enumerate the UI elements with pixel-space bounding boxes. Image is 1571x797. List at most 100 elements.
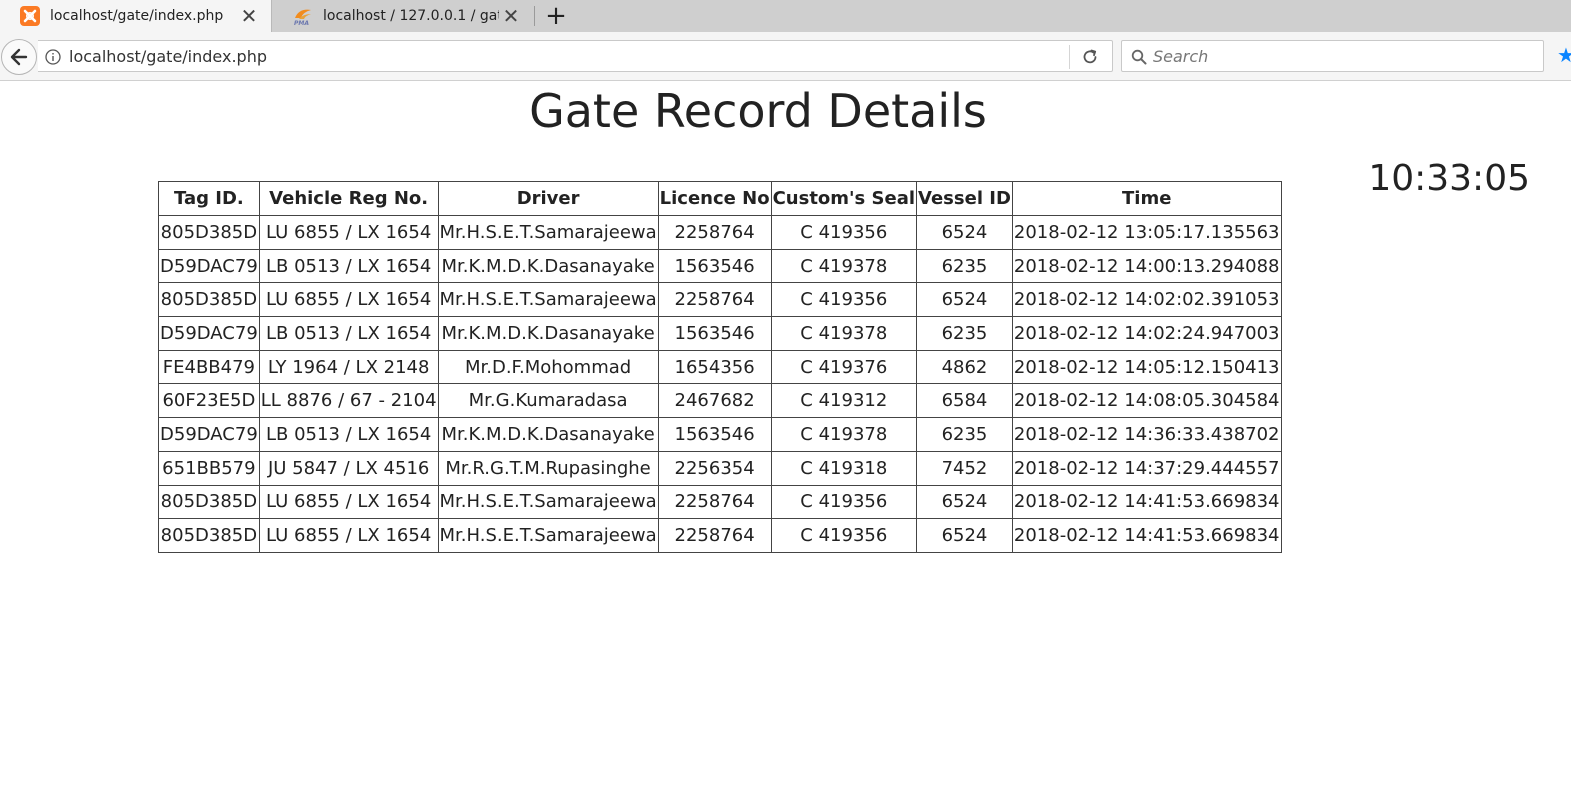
close-tab-icon[interactable]: ✕ [499,4,523,28]
licence-cell: 1654356 [657,349,772,385]
licence-cell: 1563546 [657,417,772,452]
column-header-customs-seal: Custom's Seal [770,181,918,216]
tab-title: localhost / 127.0.0.1 / gate_r [323,8,499,24]
table-row: 805D385D LU 6855 / LX 1654 Mr.H.S.E.T.Sama… [158,484,1282,520]
vehicle-reg-cell: LU 6855 / LX 1654 [258,484,439,520]
time-cell: 2018-02-12 14:02:24.947003 [1011,316,1282,351]
phpmyadmin-icon: PMA [294,9,311,26]
tab-phpmyadmin[interactable]: PMA localhost / 127.0.0.1 / gate_r ✕ [273,0,533,32]
vessel-id-cell: 6235 [916,417,1013,452]
column-header-driver: Driver [437,181,659,216]
reload-icon[interactable] [1081,48,1099,66]
customs-seal-cell: C 419318 [770,450,918,486]
vessel-id-cell: 6524 [916,282,1013,318]
tab-title: localhost/gate/index.php [50,8,224,24]
table-row: 60F23E5D LL 8876 / 67 - 2104 Mr.G.Kumarada… [158,383,1282,419]
vehicle-reg-cell: LY 1964 / LX 2148 [258,349,439,385]
search-input[interactable] [1153,43,1533,69]
driver-cell: Mr.D.F.Mohommad [437,349,659,385]
vehicle-reg-cell: LB 0513 / LX 1654 [258,316,439,351]
vessel-id-cell: 6524 [916,215,1013,250]
tag-id-cell: FE4BB479 [158,349,260,385]
vehicle-reg-cell: LL 8876 / 67 - 2104 [258,383,439,419]
time-cell: 2018-02-12 13:05:17.135563 [1011,215,1282,250]
driver-cell: Mr.K.M.D.K.Dasanayake [437,316,659,351]
close-tab-icon[interactable]: ✕ [237,4,261,28]
driver-cell: Mr.K.M.D.K.Dasanayake [437,417,659,452]
customs-seal-cell: C 419356 [770,484,918,520]
driver-cell: Mr.K.M.D.K.Dasanayake [437,248,659,284]
vessel-id-cell: 6584 [916,383,1013,419]
vehicle-reg-cell: JU 5847 / LX 4516 [258,450,439,486]
tab-strip: localhost/gate/index.php ✕ PMA localhost… [0,0,1571,32]
vehicle-reg-cell: LB 0513 / LX 1654 [258,417,439,452]
vessel-id-cell: 6235 [916,316,1013,351]
gate-records-table: Tag ID. Vehicle Reg No. Driver Licence N… [158,181,1282,553]
column-header-vessel-id: Vessel ID [916,181,1013,216]
customs-seal-cell: C 419356 [770,282,918,318]
table-header-row: Tag ID. Vehicle Reg No. Driver Licence N… [158,181,1282,216]
tag-id-cell: 805D385D [158,518,260,553]
customs-seal-cell: C 419376 [770,349,918,385]
page-title: Gate Record Details [529,84,987,138]
tab-gate-index[interactable]: localhost/gate/index.php ✕ [0,0,272,32]
info-icon[interactable] [45,49,61,65]
vehicle-reg-cell: LB 0513 / LX 1654 [258,248,439,284]
table-row: 651BB579 JU 5847 / LX 4516 Mr.R.G.T.M.Rupa… [158,450,1282,486]
column-header-licence: Licence No [657,181,772,216]
customs-seal-cell: C 419378 [770,316,918,351]
vessel-id-cell: 6524 [916,484,1013,520]
column-header-tag-id: Tag ID. [158,181,260,216]
customs-seal-cell: C 419356 [770,215,918,250]
table-body: 805D385D LU 6855 / LX 1654 Mr.H.S.E.T.Sama… [158,215,1282,553]
xampp-icon [20,6,40,26]
navigation-toolbar: localhost/gate/index.php ★ [0,32,1571,81]
back-arrow-icon [10,48,28,66]
licence-cell: 2258764 [657,484,772,520]
table-row: 805D385D LU 6855 / LX 1654 Mr.H.S.E.T.Sama… [158,215,1282,250]
customs-seal-cell: C 419378 [770,248,918,284]
clock: 10:33:05 [1368,158,1530,199]
licence-cell: 2258764 [657,518,772,553]
tag-id-cell: 60F23E5D [158,383,260,419]
search-bar[interactable] [1121,40,1544,72]
driver-cell: Mr.G.Kumaradasa [437,383,659,419]
time-cell: 2018-02-12 14:08:05.304584 [1011,383,1282,419]
vessel-id-cell: 7452 [916,450,1013,486]
tag-id-cell: D59DAC79 [158,248,260,284]
back-button[interactable] [1,39,37,75]
driver-cell: Mr.H.S.E.T.Samarajeewa [437,484,659,520]
driver-cell: Mr.H.S.E.T.Samarajeewa [437,215,659,250]
column-header-vehicle-reg: Vehicle Reg No. [258,181,439,216]
tag-id-cell: D59DAC79 [158,316,260,351]
time-cell: 2018-02-12 14:02:02.391053 [1011,282,1282,318]
vessel-id-cell: 6235 [916,248,1013,284]
customs-seal-cell: C 419356 [770,518,918,553]
new-tab-button[interactable]: + [541,1,571,31]
time-cell: 2018-02-12 14:41:53.669834 [1011,484,1282,520]
driver-cell: Mr.H.S.E.T.Samarajeewa [437,282,659,318]
table-row: 805D385D LU 6855 / LX 1654 Mr.H.S.E.T.Sama… [158,518,1282,553]
vessel-id-cell: 6524 [916,518,1013,553]
tag-id-cell: 805D385D [158,282,260,318]
vehicle-reg-cell: LU 6855 / LX 1654 [258,518,439,553]
driver-cell: Mr.H.S.E.T.Samarajeewa [437,518,659,553]
url-text[interactable]: localhost/gate/index.php [69,47,267,66]
vessel-id-cell: 4862 [916,349,1013,385]
driver-cell: Mr.R.G.T.M.Rupasinghe [437,450,659,486]
url-divider [1069,45,1070,69]
tag-id-cell: 651BB579 [158,450,260,486]
bookmark-star-icon[interactable]: ★ [1557,45,1571,65]
vehicle-reg-cell: LU 6855 / LX 1654 [258,215,439,250]
customs-seal-cell: C 419312 [770,383,918,419]
licence-cell: 1563546 [657,248,772,284]
licence-cell: 2467682 [657,383,772,419]
time-cell: 2018-02-12 14:41:53.669834 [1011,518,1282,553]
vehicle-reg-cell: LU 6855 / LX 1654 [258,282,439,318]
time-cell: 2018-02-12 14:36:33.438702 [1011,417,1282,452]
licence-cell: 1563546 [657,316,772,351]
licence-cell: 2258764 [657,282,772,318]
time-cell: 2018-02-12 14:37:29.444557 [1011,450,1282,486]
table-row: FE4BB479 LY 1964 / LX 2148 Mr.D.F.Mohommad… [158,349,1282,385]
address-bar[interactable]: localhost/gate/index.php [38,40,1113,72]
